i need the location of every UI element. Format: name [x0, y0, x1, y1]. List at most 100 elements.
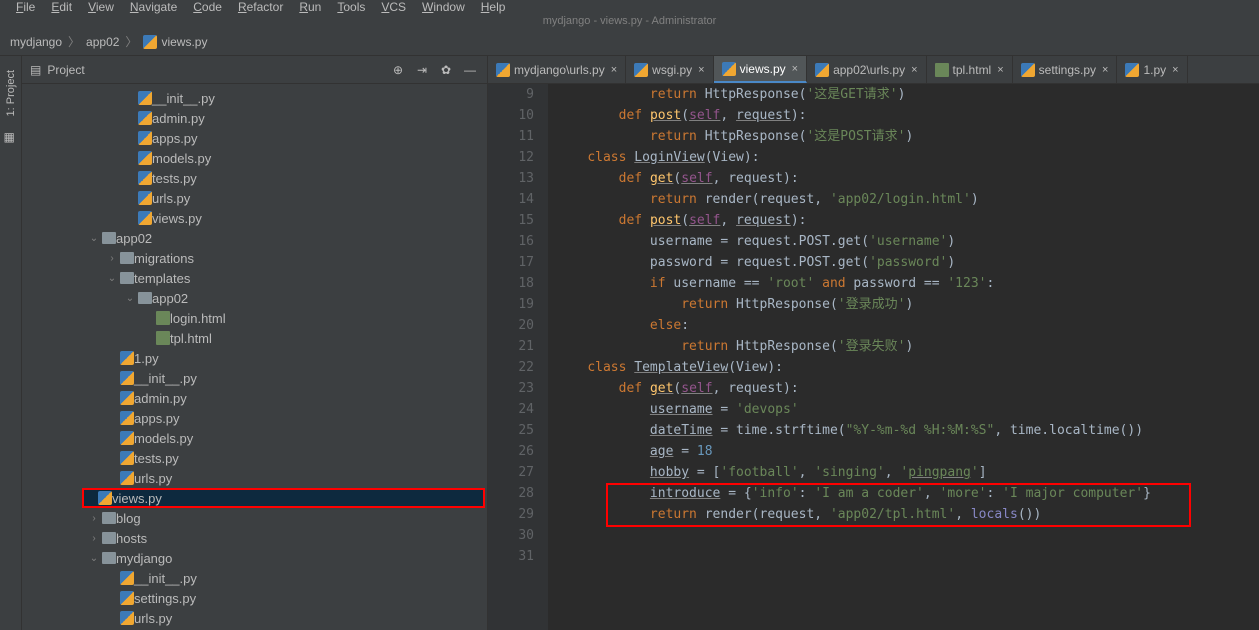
structure-tool-icon[interactable]: ▦: [4, 130, 18, 144]
code-line-31[interactable]: return render(request, 'app02/tpl.html',…: [556, 504, 1259, 525]
sidebar-title[interactable]: Project: [47, 63, 383, 77]
code-line-14[interactable]: def get(self, request):: [556, 168, 1259, 189]
tab-app02-urls-py[interactable]: app02\urls.py×: [807, 56, 926, 83]
close-icon[interactable]: ×: [911, 64, 917, 76]
tab-settings-py[interactable]: settings.py×: [1013, 56, 1118, 83]
breadcrumb-item[interactable]: app02: [86, 35, 119, 49]
menu-view[interactable]: View: [80, 0, 122, 16]
editor-area: mydjango\urls.py×wsgi.py×views.py×app02\…: [488, 56, 1259, 630]
menu-code[interactable]: Code: [185, 0, 230, 16]
breadcrumb-item[interactable]: views.py: [161, 35, 207, 49]
tree-item-urls-py[interactable]: urls.py: [22, 188, 487, 208]
python-icon: [138, 191, 152, 205]
tree-item-login-html[interactable]: login.html: [22, 308, 487, 328]
tree-item-views-py[interactable]: views.py: [82, 488, 485, 508]
project-sidebar: ▤ Project ⊕ ⇥ ✿ — __init__.py admin.py a…: [22, 56, 488, 630]
close-icon[interactable]: ×: [997, 64, 1003, 76]
code-line-17[interactable]: username = request.POST.get('username'): [556, 231, 1259, 252]
close-icon[interactable]: ×: [698, 64, 704, 76]
tree-item---init---py[interactable]: __init__.py: [22, 88, 487, 108]
tree-item-hosts[interactable]: › hosts: [22, 528, 487, 548]
close-icon[interactable]: ×: [1172, 64, 1178, 76]
code-line-13[interactable]: class LoginView(View):: [556, 147, 1259, 168]
code-content[interactable]: return HttpResponse('这是GET请求') def post(…: [548, 84, 1259, 630]
menu-tools[interactable]: Tools: [329, 0, 373, 16]
code-line-19[interactable]: if username == 'root' and password == '1…: [556, 273, 1259, 294]
tree-item---init---py[interactable]: __init__.py: [22, 568, 487, 588]
tree-item-migrations[interactable]: › migrations: [22, 248, 487, 268]
menu-run[interactable]: Run: [291, 0, 329, 16]
code-line-24[interactable]: class TemplateView(View):: [556, 357, 1259, 378]
code-line-18[interactable]: password = request.POST.get('password'): [556, 252, 1259, 273]
close-icon[interactable]: ×: [792, 63, 798, 75]
code-line-25[interactable]: def get(self, request):: [556, 378, 1259, 399]
code-line-21[interactable]: else:: [556, 315, 1259, 336]
close-icon[interactable]: ×: [1102, 64, 1108, 76]
tree-item-app02[interactable]: ⌄ app02: [22, 228, 487, 248]
menu-refactor[interactable]: Refactor: [230, 0, 291, 16]
tab-label: 1.py: [1143, 63, 1166, 77]
tree-item-settings-py[interactable]: settings.py: [22, 588, 487, 608]
menu-vcs[interactable]: VCS: [373, 0, 414, 16]
tree-item-admin-py[interactable]: admin.py: [22, 388, 487, 408]
tree-item-tests-py[interactable]: tests.py: [22, 448, 487, 468]
folder-icon: [102, 512, 116, 524]
python-icon: [120, 411, 134, 425]
code-line-29[interactable]: hobby = ['football', 'singing', 'pingpan…: [556, 462, 1259, 483]
tree-item-app02[interactable]: ⌄ app02: [22, 288, 487, 308]
tree-item-models-py[interactable]: models.py: [22, 148, 487, 168]
menu-file[interactable]: File: [8, 0, 43, 16]
tree-item-tests-py[interactable]: tests.py: [22, 168, 487, 188]
code-line-27[interactable]: dateTime = time.strftime("%Y-%m-%d %H:%M…: [556, 420, 1259, 441]
breadcrumb-item[interactable]: mydjango: [10, 35, 62, 49]
tree-item-urls-py[interactable]: urls.py: [22, 468, 487, 488]
file-label: models.py: [134, 431, 193, 446]
code-line-15[interactable]: return render(request, 'app02/login.html…: [556, 189, 1259, 210]
tree-item-blog[interactable]: › blog: [22, 508, 487, 528]
tab-tpl-html[interactable]: tpl.html×: [927, 56, 1013, 83]
menu-help[interactable]: Help: [473, 0, 514, 16]
project-tree[interactable]: __init__.py admin.py apps.py models.py t…: [22, 84, 487, 630]
code-line-10[interactable]: def post(self, request):: [556, 105, 1259, 126]
settings-icon[interactable]: ✿: [437, 61, 455, 79]
tree-item-templates[interactable]: ⌄ templates: [22, 268, 487, 288]
file-label: __init__.py: [134, 571, 197, 586]
tree-item-mydjango[interactable]: ⌄ mydjango: [22, 548, 487, 568]
python-icon: [120, 591, 134, 605]
hide-icon[interactable]: —: [461, 61, 479, 79]
python-icon: [120, 611, 134, 625]
project-tool-button[interactable]: 1: Project: [5, 66, 17, 120]
menu-edit[interactable]: Edit: [43, 0, 80, 16]
code-editor[interactable]: 9101112131415161718192021222324252627282…: [488, 84, 1259, 630]
html-icon: [156, 331, 170, 345]
code-line-28[interactable]: age = 18: [556, 441, 1259, 462]
menu-navigate[interactable]: Navigate: [122, 0, 185, 16]
tree-item-urls-py[interactable]: urls.py: [22, 608, 487, 628]
code-line-16[interactable]: def post(self, request):: [556, 210, 1259, 231]
code-line-22[interactable]: return HttpResponse('登录失败'): [556, 336, 1259, 357]
tree-item-views-py[interactable]: views.py: [22, 208, 487, 228]
file-label: 1.py: [134, 351, 159, 366]
code-line-20[interactable]: return HttpResponse('登录成功'): [556, 294, 1259, 315]
close-icon[interactable]: ×: [611, 64, 617, 76]
tree-item---init---py[interactable]: __init__.py: [22, 368, 487, 388]
tab-views-py[interactable]: views.py×: [714, 56, 807, 83]
tab-mydjango-urls-py[interactable]: mydjango\urls.py×: [488, 56, 626, 83]
tree-item-tpl-html[interactable]: tpl.html: [22, 328, 487, 348]
tree-item-admin-py[interactable]: admin.py: [22, 108, 487, 128]
file-label: templates: [134, 271, 190, 286]
tree-item-models-py[interactable]: models.py: [22, 428, 487, 448]
tree-item-apps-py[interactable]: apps.py: [22, 128, 487, 148]
chevron-right-icon: 〉: [123, 33, 139, 50]
locate-icon[interactable]: ⊕: [389, 61, 407, 79]
code-line-9[interactable]: return HttpResponse('这是GET请求'): [556, 84, 1259, 105]
tree-item-apps-py[interactable]: apps.py: [22, 408, 487, 428]
tab-1-py[interactable]: 1.py ×: [1117, 56, 1187, 83]
tab-wsgi-py[interactable]: wsgi.py×: [626, 56, 713, 83]
code-line-30[interactable]: introduce = {'info': 'I am a coder', 'mo…: [556, 483, 1259, 504]
code-line-11[interactable]: return HttpResponse('这是POST请求'): [556, 126, 1259, 147]
tree-item-1-py[interactable]: 1.py: [22, 348, 487, 368]
code-line-26[interactable]: username = 'devops': [556, 399, 1259, 420]
collapse-icon[interactable]: ⇥: [413, 61, 431, 79]
menu-window[interactable]: Window: [414, 0, 473, 16]
